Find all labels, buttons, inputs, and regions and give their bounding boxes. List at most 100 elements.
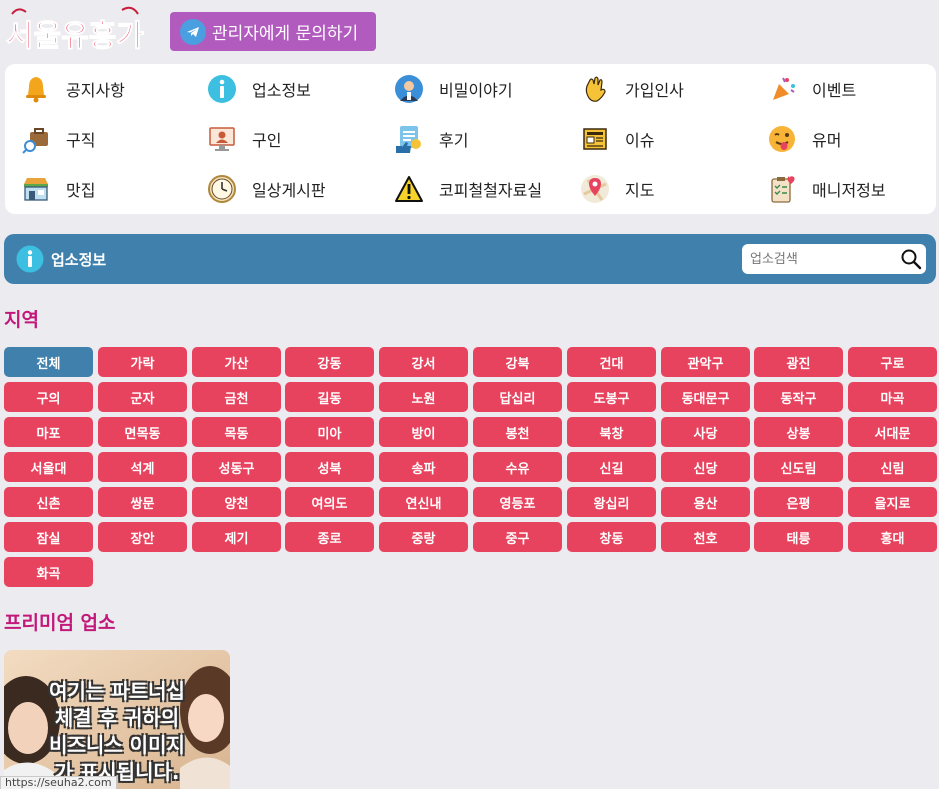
- region-button[interactable]: 사당: [661, 417, 750, 447]
- menu-item-issue[interactable]: 이슈: [578, 122, 654, 156]
- region-button[interactable]: 동대문구: [661, 382, 750, 412]
- menu-item-event[interactable]: 이벤트: [765, 72, 856, 106]
- region-button[interactable]: 노원: [379, 382, 468, 412]
- region-button[interactable]: 건대: [567, 347, 656, 377]
- region-button[interactable]: 을지로: [848, 487, 937, 517]
- region-button[interactable]: 동작구: [754, 382, 843, 412]
- menu-item-job-seek[interactable]: 구직: [19, 122, 95, 156]
- menu-label: 업소정보: [252, 81, 311, 100]
- region-button[interactable]: 방이: [379, 417, 468, 447]
- region-button[interactable]: 신당: [661, 452, 750, 482]
- region-button[interactable]: 봉천: [473, 417, 562, 447]
- menu-label: 공지사항: [66, 81, 125, 100]
- region-button[interactable]: 석계: [98, 452, 187, 482]
- region-button[interactable]: 양천: [192, 487, 281, 517]
- menu-item-recruit[interactable]: 구인: [205, 122, 281, 156]
- region-button[interactable]: 태릉: [754, 522, 843, 552]
- menu-label: 코피철철자료실: [439, 181, 543, 200]
- premium-ad-banner[interactable]: 여기는 파트너십 체결 후 귀하의 비즈니스 이미지 가 표시됩니다.: [4, 650, 230, 789]
- region-button[interactable]: 왕십리: [567, 487, 656, 517]
- region-button[interactable]: 광진: [754, 347, 843, 377]
- menu-item-restaurant[interactable]: 맛집: [19, 172, 95, 206]
- ad-line: 체결 후 귀하의: [54, 706, 180, 730]
- region-button[interactable]: 군자: [98, 382, 187, 412]
- region-button[interactable]: 전체: [4, 347, 93, 377]
- region-button[interactable]: 쌍문: [98, 487, 187, 517]
- region-button[interactable]: 영등포: [473, 487, 562, 517]
- region-button[interactable]: 수유: [473, 452, 562, 482]
- category-menu: 공지사항 업소정보 비밀이야기 가입인사 이벤트 구직 구인 후기 이슈 유머 …: [5, 64, 936, 214]
- region-button[interactable]: 여의도: [285, 487, 374, 517]
- menu-label: 이슈: [625, 131, 655, 150]
- region-button[interactable]: 상봉: [754, 417, 843, 447]
- region-button[interactable]: 가산: [192, 347, 281, 377]
- region-button[interactable]: 성동구: [192, 452, 281, 482]
- review-thumbs-icon: [392, 122, 426, 156]
- region-button[interactable]: 면목동: [98, 417, 187, 447]
- region-button[interactable]: 미아: [285, 417, 374, 447]
- venue-search-input[interactable]: [750, 248, 890, 270]
- ad-text: 여기는 파트너십 체결 후 귀하의 비즈니스 이미지 가 표시됩니다.: [4, 678, 230, 786]
- menu-label: 이벤트: [812, 81, 857, 100]
- warning-icon: [392, 172, 426, 206]
- region-button[interactable]: 송파: [379, 452, 468, 482]
- region-button[interactable]: 장안: [98, 522, 187, 552]
- contact-admin-button[interactable]: 관리자에게 문의하기: [170, 12, 376, 51]
- region-button[interactable]: 관악구: [661, 347, 750, 377]
- region-button[interactable]: 길동: [285, 382, 374, 412]
- region-button[interactable]: 금천: [192, 382, 281, 412]
- region-button[interactable]: 가락: [98, 347, 187, 377]
- menu-item-greeting[interactable]: 가입인사: [578, 72, 684, 106]
- region-button[interactable]: 화곡: [4, 557, 93, 587]
- map-pin-icon: [578, 172, 612, 206]
- menu-item-archive[interactable]: 코피철철자료실: [392, 172, 542, 206]
- menu-item-manager-info[interactable]: 매니저정보: [765, 172, 886, 206]
- menu-label: 비밀이야기: [439, 81, 513, 100]
- region-button[interactable]: 신도림: [754, 452, 843, 482]
- ad-line: 여기는 파트너십: [49, 679, 185, 703]
- region-button[interactable]: 종로: [285, 522, 374, 552]
- menu-item-venue-info[interactable]: 업소정보: [205, 72, 311, 106]
- menu-item-daily-board[interactable]: 일상게시판: [205, 172, 326, 206]
- region-button[interactable]: 마포: [4, 417, 93, 447]
- region-button[interactable]: 잠실: [4, 522, 93, 552]
- region-button[interactable]: 창동: [567, 522, 656, 552]
- menu-label: 구인: [252, 131, 282, 150]
- region-button[interactable]: 강동: [285, 347, 374, 377]
- search-icon[interactable]: [900, 248, 922, 270]
- region-button[interactable]: 은평: [754, 487, 843, 517]
- region-button[interactable]: 연신내: [379, 487, 468, 517]
- region-button[interactable]: 구의: [4, 382, 93, 412]
- region-button[interactable]: 용산: [661, 487, 750, 517]
- region-button[interactable]: 강북: [473, 347, 562, 377]
- region-button[interactable]: 북창: [567, 417, 656, 447]
- menu-item-humor[interactable]: 유머: [765, 122, 841, 156]
- contact-admin-label: 관리자에게 문의하기: [212, 24, 359, 44]
- menu-item-notice[interactable]: 공지사항: [19, 72, 125, 106]
- region-button[interactable]: 홍대: [848, 522, 937, 552]
- region-button[interactable]: 신길: [567, 452, 656, 482]
- site-logo[interactable]: 서울유흥가: [4, 4, 144, 56]
- status-bar-url: https://seuha2.com: [0, 776, 117, 789]
- region-button[interactable]: 천호: [661, 522, 750, 552]
- region-button[interactable]: 목동: [192, 417, 281, 447]
- region-button[interactable]: 구로: [848, 347, 937, 377]
- bell-icon: [19, 72, 53, 106]
- region-button[interactable]: 성북: [285, 452, 374, 482]
- premium-heading: 프리미엄 업소: [4, 612, 116, 634]
- region-button[interactable]: 도봉구: [567, 382, 656, 412]
- region-button[interactable]: 강서: [379, 347, 468, 377]
- region-button[interactable]: 제기: [192, 522, 281, 552]
- region-button[interactable]: 신촌: [4, 487, 93, 517]
- region-button[interactable]: 중랑: [379, 522, 468, 552]
- region-button[interactable]: 서울대: [4, 452, 93, 482]
- region-heading: 지역: [4, 309, 39, 331]
- region-button[interactable]: 신림: [848, 452, 937, 482]
- menu-item-map[interactable]: 지도: [578, 172, 654, 206]
- region-button[interactable]: 마곡: [848, 382, 937, 412]
- menu-item-secret-story[interactable]: 비밀이야기: [392, 72, 513, 106]
- region-button[interactable]: 답십리: [473, 382, 562, 412]
- region-button[interactable]: 서대문: [848, 417, 937, 447]
- region-button[interactable]: 중구: [473, 522, 562, 552]
- menu-item-review[interactable]: 후기: [392, 122, 468, 156]
